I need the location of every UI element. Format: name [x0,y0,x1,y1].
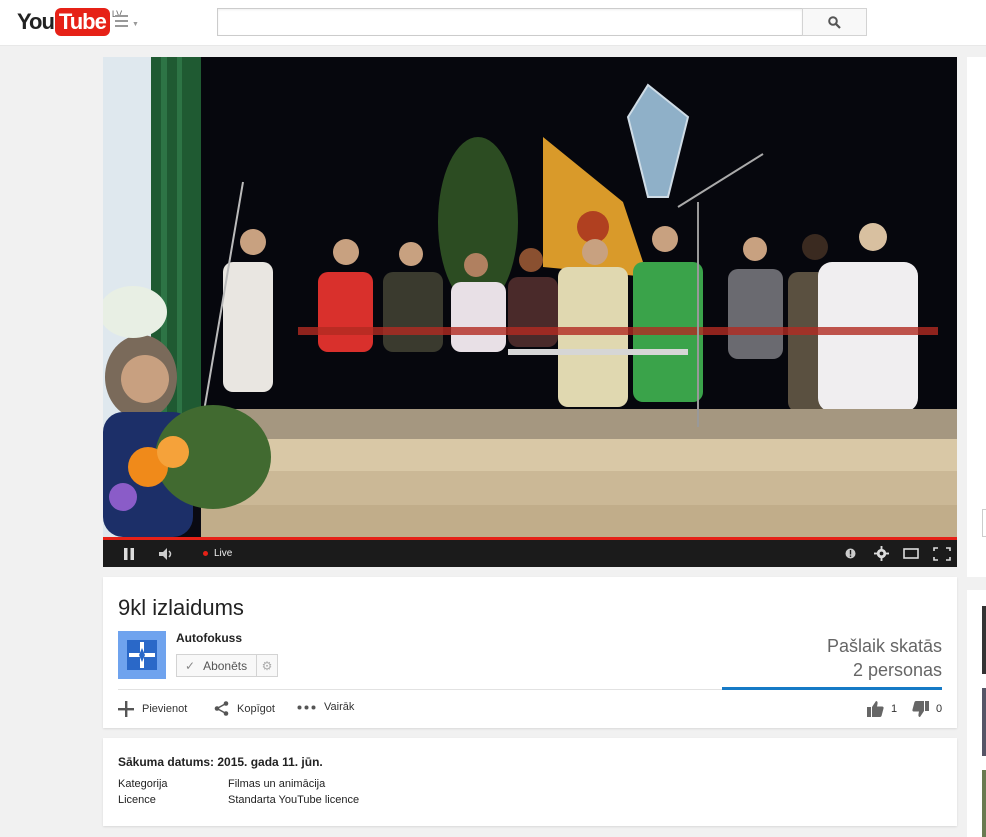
more-button[interactable]: Vairāk [297,701,354,713]
license-label: Licence [118,794,156,806]
related-video-thumbnail[interactable] [982,606,986,674]
volume-icon [159,547,172,560]
license-value: Standarta YouTube licence [228,794,360,806]
more-label: Vairāk [324,701,355,713]
gear-icon: ⚙ [261,658,273,673]
guide-menu-icon[interactable]: ▼ [115,15,141,31]
related-video-thumbnail[interactable] [982,688,986,756]
search-button[interactable] [802,8,867,36]
youtube-logo[interactable]: You Tube LV [17,8,122,36]
sidebar-input[interactable] [982,509,986,537]
chevron-down-icon: ▼ [132,21,139,28]
share-icon [214,701,229,716]
volume-button[interactable] [159,547,173,560]
dislike-count: 0 [936,703,943,715]
subscription-settings-button[interactable]: ⚙ [257,654,278,677]
search-icon [828,15,841,29]
add-to-label: Pievienot [142,703,188,715]
live-label[interactable]: Live [214,548,232,559]
share-button[interactable]: Kopīgot [214,701,275,716]
viewers-underline [722,687,942,690]
fullscreen-button[interactable] [933,546,951,561]
fullscreen-icon [933,546,951,561]
pause-icon [124,547,134,560]
start-date: Sākuma datums: 2015. gada 11. jūn. [118,755,323,769]
pause-button[interactable] [123,547,135,560]
more-dots-icon [297,705,316,710]
video-title: 9kl izlaidums [118,595,244,620]
channel-logo-icon [127,640,157,670]
category-link[interactable]: Filmas un animācija [228,778,325,790]
video-frame [103,57,957,537]
logo-you-text: You [17,9,55,34]
thumbs-down-icon [912,701,929,717]
masthead: You Tube LV ▼ [0,0,986,46]
subscribe-label: Abonēts [203,658,248,673]
video-info-card: 9kl izlaidums Autofokuss ✓ Abonēts ⚙ Paš… [103,577,957,728]
search-input[interactable] [217,8,803,36]
gear-icon [874,546,889,561]
info-icon [845,548,856,559]
viewers-count: 2 personas [852,660,942,680]
thumbs-up-icon [867,701,884,717]
description-card: Sākuma datums: 2015. gada 11. jūn. Kateg… [103,738,957,826]
channel-name-link[interactable]: Autofokuss [176,631,242,645]
player-controls: Live [103,540,957,567]
share-label: Kopīgot [237,702,275,715]
theater-icon [903,548,919,559]
viewers-label: Pašlaik skatās [826,636,942,656]
dislike-button[interactable]: 0 [912,701,942,717]
like-button[interactable]: 1 [867,701,897,717]
category-label: Kategorija [118,778,168,790]
subscribed-button[interactable]: ✓ Abonēts [176,654,257,677]
plus-icon [118,701,134,717]
channel-avatar[interactable] [118,631,166,679]
settings-button[interactable] [874,546,889,561]
video-player[interactable]: Live [103,57,957,567]
checkmark-icon: ✓ [185,658,196,673]
theater-mode-button[interactable] [903,548,919,559]
add-to-button[interactable]: Pievienot [118,701,187,717]
live-indicator-icon [203,551,208,556]
logo-tube-text: Tube [54,8,110,36]
like-count: 1 [891,703,898,715]
sidebar-card [967,57,986,577]
related-video-thumbnail[interactable] [982,770,986,837]
info-button[interactable] [845,548,856,559]
